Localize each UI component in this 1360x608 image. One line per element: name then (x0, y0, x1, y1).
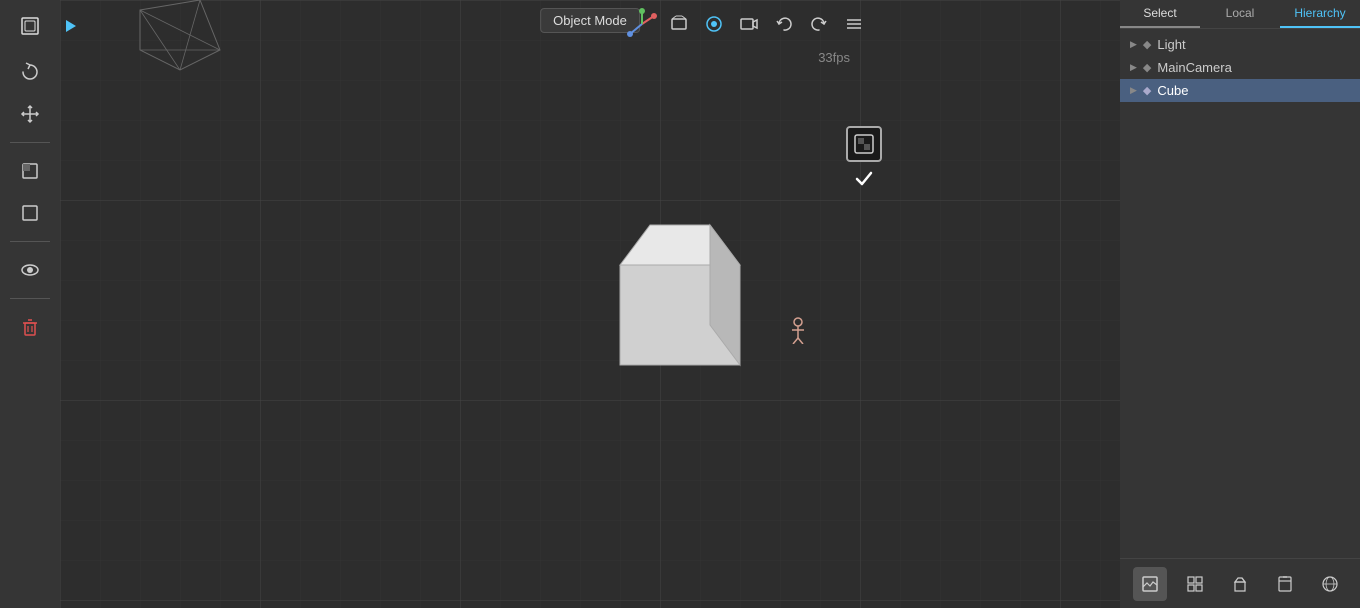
perspective-toggle-btn[interactable] (663, 8, 695, 40)
toolbar-divider-3 (10, 298, 50, 299)
layers-icon-btn[interactable] (12, 153, 48, 189)
move-tool-btn[interactable] (12, 96, 48, 132)
light-arrow: ▶ (1130, 39, 1137, 50)
refresh-icon-btn[interactable] (12, 54, 48, 90)
trash-icon-btn[interactable] (12, 309, 48, 345)
play-icon-btn[interactable] (52, 8, 88, 44)
axes-gizmo-icon[interactable] (624, 6, 660, 42)
cube-bottom-btn[interactable] (1223, 567, 1257, 601)
fps-counter: 33fps (818, 50, 850, 65)
tab-select[interactable]: Select (1120, 0, 1200, 28)
right-panel-tabs: Select Local Hierarchy (1120, 0, 1360, 29)
hierarchy-item-light[interactable]: ▶ ◆ Light (1120, 33, 1360, 56)
tab-hierarchy[interactable]: Hierarchy (1280, 0, 1360, 28)
scene-bottom-btn[interactable] (1133, 567, 1167, 601)
3d-cube (580, 185, 780, 385)
frame-icon-btn[interactable] (12, 8, 48, 44)
cube-arrow: ▶ (1130, 85, 1137, 96)
grid-bottom-btn[interactable] (1178, 567, 1212, 601)
maincamera-label: MainCamera (1157, 60, 1231, 75)
camera-arrow: ▶ (1130, 62, 1137, 73)
light-icon: ◆ (1143, 38, 1151, 51)
undo-btn[interactable] (768, 8, 800, 40)
right-panel-bottom (1120, 558, 1360, 608)
light-label: Light (1157, 37, 1185, 52)
toolbar-divider-1 (10, 142, 50, 143)
hierarchy-item-maincamera[interactable]: ▶ ◆ MainCamera (1120, 56, 1360, 79)
scene-origin-marker (788, 316, 808, 348)
eye-icon-btn[interactable] (12, 252, 48, 288)
globe-icon-btn[interactable] (0, 8, 8, 44)
right-panel: Select Local Hierarchy ▶ ◆ Light ▶ ◆ Mai… (1120, 0, 1360, 608)
selection-overlay (846, 126, 882, 192)
left-toolbar (0, 0, 60, 608)
viewport[interactable]: Object Mode (60, 0, 1120, 608)
camera-view-btn[interactable] (733, 8, 765, 40)
cube-label: Cube (1157, 83, 1188, 98)
menu-btn[interactable] (838, 8, 870, 40)
render-view-btn[interactable] (698, 8, 730, 40)
tab-local[interactable]: Local (1200, 0, 1280, 28)
main-container: Object Mode (0, 0, 1360, 608)
hierarchy-item-cube[interactable]: ▶ ◆ Cube (1120, 79, 1360, 102)
frame2-icon-btn[interactable] (12, 195, 48, 231)
toolbar-divider-2 (10, 241, 50, 242)
hierarchy-list: ▶ ◆ Light ▶ ◆ MainCamera ▶ ◆ Cube (1120, 29, 1360, 558)
top-icon-group (0, 8, 88, 44)
delete-bottom-btn[interactable] (1268, 567, 1302, 601)
camera-wireframe (120, 0, 240, 80)
redo-btn[interactable] (803, 8, 835, 40)
cube-icon: ◆ (1143, 84, 1151, 97)
sphere-bottom-btn[interactable] (1313, 567, 1347, 601)
camera-icon: ◆ (1143, 61, 1151, 74)
